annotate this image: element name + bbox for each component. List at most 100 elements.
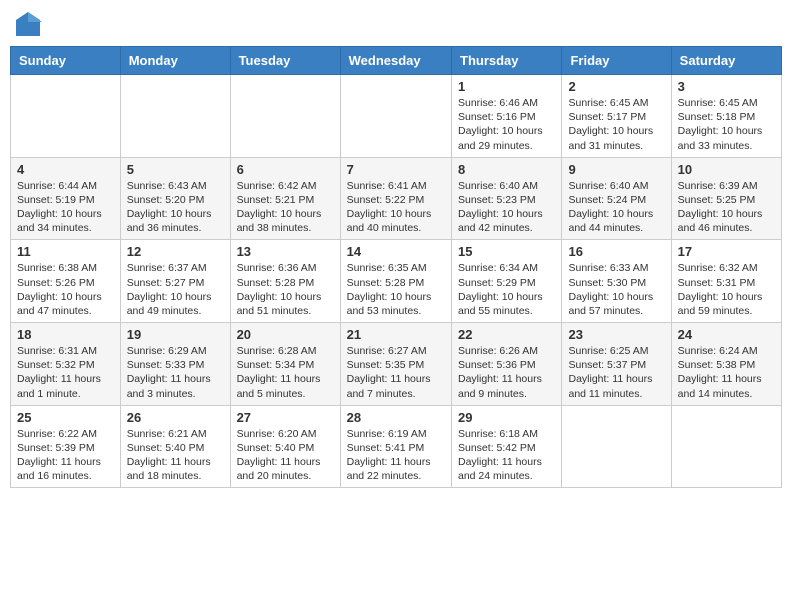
day-number: 5	[127, 162, 224, 177]
day-info: Sunrise: 6:28 AM Sunset: 5:34 PM Dayligh…	[237, 344, 334, 401]
day-info: Sunrise: 6:42 AM Sunset: 5:21 PM Dayligh…	[237, 179, 334, 236]
column-header-thursday: Thursday	[452, 47, 562, 75]
day-info: Sunrise: 6:45 AM Sunset: 5:17 PM Dayligh…	[568, 96, 664, 153]
day-number: 4	[17, 162, 114, 177]
calendar-cell	[671, 405, 781, 488]
calendar-cell: 13 Sunrise: 6:36 AM Sunset: 5:28 PM Dayli…	[230, 240, 340, 323]
day-info: Sunrise: 6:36 AM Sunset: 5:28 PM Dayligh…	[237, 261, 334, 318]
calendar-week-row: 1Sunrise: 6:46 AM Sunset: 5:16 PM Daylig…	[11, 75, 782, 158]
day-number: 10	[678, 162, 775, 177]
calendar-cell: 7Sunrise: 6:41 AM Sunset: 5:22 PM Daylig…	[340, 157, 451, 240]
calendar-cell: 2 Sunrise: 6:45 AM Sunset: 5:17 PM Daylig…	[562, 75, 671, 158]
calendar-cell	[340, 75, 451, 158]
calendar-cell: 15 Sunrise: 6:34 AM Sunset: 5:29 PM Dayli…	[452, 240, 562, 323]
calendar-cell: 14 Sunrise: 6:35 AM Sunset: 5:28 PM Dayli…	[340, 240, 451, 323]
calendar-week-row: 4 Sunrise: 6:44 AM Sunset: 5:19 PM Daylig…	[11, 157, 782, 240]
calendar-cell: 20Sunrise: 6:28 AM Sunset: 5:34 PM Dayli…	[230, 323, 340, 406]
day-number: 18	[17, 327, 114, 342]
day-number: 9	[568, 162, 664, 177]
day-info: Sunrise: 6:31 AM Sunset: 5:32 PM Dayligh…	[17, 344, 114, 401]
logo-icon	[14, 10, 42, 38]
day-info: Sunrise: 6:32 AM Sunset: 5:31 PM Dayligh…	[678, 261, 775, 318]
calendar-cell: 10 Sunrise: 6:39 AM Sunset: 5:25 PM Dayli…	[671, 157, 781, 240]
calendar-cell: 17 Sunrise: 6:32 AM Sunset: 5:31 PM Dayli…	[671, 240, 781, 323]
day-info: Sunrise: 6:44 AM Sunset: 5:19 PM Dayligh…	[17, 179, 114, 236]
page-header	[10, 10, 782, 38]
calendar-cell: 27 Sunrise: 6:20 AM Sunset: 5:40 PM Dayli…	[230, 405, 340, 488]
calendar-cell: 3 Sunrise: 6:45 AM Sunset: 5:18 PM Daylig…	[671, 75, 781, 158]
day-info: Sunrise: 6:26 AM Sunset: 5:36 PM Dayligh…	[458, 344, 555, 401]
column-header-saturday: Saturday	[671, 47, 781, 75]
calendar-cell	[11, 75, 121, 158]
calendar-week-row: 11 Sunrise: 6:38 AM Sunset: 5:26 PM Dayli…	[11, 240, 782, 323]
day-number: 16	[568, 244, 664, 259]
calendar-cell	[120, 75, 230, 158]
day-number: 29	[458, 410, 555, 425]
calendar-cell: 29 Sunrise: 6:18 AM Sunset: 5:42 PM Dayli…	[452, 405, 562, 488]
calendar-week-row: 18 Sunrise: 6:31 AM Sunset: 5:32 PM Dayli…	[11, 323, 782, 406]
day-number: 22	[458, 327, 555, 342]
day-number: 11	[17, 244, 114, 259]
day-number: 2	[568, 79, 664, 94]
day-number: 24	[678, 327, 775, 342]
calendar-cell: 28Sunrise: 6:19 AM Sunset: 5:41 PM Dayli…	[340, 405, 451, 488]
day-number: 12	[127, 244, 224, 259]
calendar-table: SundayMondayTuesdayWednesdayThursdayFrid…	[10, 46, 782, 488]
day-info: Sunrise: 6:40 AM Sunset: 5:23 PM Dayligh…	[458, 179, 555, 236]
day-info: Sunrise: 6:19 AM Sunset: 5:41 PM Dayligh…	[347, 427, 445, 484]
calendar-cell: 19 Sunrise: 6:29 AM Sunset: 5:33 PM Dayli…	[120, 323, 230, 406]
day-info: Sunrise: 6:22 AM Sunset: 5:39 PM Dayligh…	[17, 427, 114, 484]
day-info: Sunrise: 6:37 AM Sunset: 5:27 PM Dayligh…	[127, 261, 224, 318]
calendar-cell: 9 Sunrise: 6:40 AM Sunset: 5:24 PM Daylig…	[562, 157, 671, 240]
calendar-header-row: SundayMondayTuesdayWednesdayThursdayFrid…	[11, 47, 782, 75]
day-number: 1	[458, 79, 555, 94]
day-info: Sunrise: 6:24 AM Sunset: 5:38 PM Dayligh…	[678, 344, 775, 401]
day-info: Sunrise: 6:25 AM Sunset: 5:37 PM Dayligh…	[568, 344, 664, 401]
day-info: Sunrise: 6:34 AM Sunset: 5:29 PM Dayligh…	[458, 261, 555, 318]
calendar-cell: 12 Sunrise: 6:37 AM Sunset: 5:27 PM Dayli…	[120, 240, 230, 323]
day-info: Sunrise: 6:45 AM Sunset: 5:18 PM Dayligh…	[678, 96, 775, 153]
calendar-cell: 4 Sunrise: 6:44 AM Sunset: 5:19 PM Daylig…	[11, 157, 121, 240]
day-number: 27	[237, 410, 334, 425]
calendar-cell: 6 Sunrise: 6:42 AM Sunset: 5:21 PM Daylig…	[230, 157, 340, 240]
calendar-cell: 5Sunrise: 6:43 AM Sunset: 5:20 PM Daylig…	[120, 157, 230, 240]
day-number: 3	[678, 79, 775, 94]
day-info: Sunrise: 6:39 AM Sunset: 5:25 PM Dayligh…	[678, 179, 775, 236]
day-info: Sunrise: 6:18 AM Sunset: 5:42 PM Dayligh…	[458, 427, 555, 484]
day-number: 17	[678, 244, 775, 259]
day-number: 6	[237, 162, 334, 177]
calendar-cell: 21 Sunrise: 6:27 AM Sunset: 5:35 PM Dayli…	[340, 323, 451, 406]
day-number: 15	[458, 244, 555, 259]
calendar-cell: 26 Sunrise: 6:21 AM Sunset: 5:40 PM Dayli…	[120, 405, 230, 488]
calendar-cell: 18 Sunrise: 6:31 AM Sunset: 5:32 PM Dayli…	[11, 323, 121, 406]
logo	[14, 10, 46, 38]
column-header-friday: Friday	[562, 47, 671, 75]
day-info: Sunrise: 6:21 AM Sunset: 5:40 PM Dayligh…	[127, 427, 224, 484]
day-info: Sunrise: 6:27 AM Sunset: 5:35 PM Dayligh…	[347, 344, 445, 401]
day-info: Sunrise: 6:20 AM Sunset: 5:40 PM Dayligh…	[237, 427, 334, 484]
day-number: 26	[127, 410, 224, 425]
calendar-cell: 11 Sunrise: 6:38 AM Sunset: 5:26 PM Dayli…	[11, 240, 121, 323]
column-header-monday: Monday	[120, 47, 230, 75]
calendar-cell: 23 Sunrise: 6:25 AM Sunset: 5:37 PM Dayli…	[562, 323, 671, 406]
column-header-sunday: Sunday	[11, 47, 121, 75]
column-header-wednesday: Wednesday	[340, 47, 451, 75]
day-number: 25	[17, 410, 114, 425]
calendar-cell	[562, 405, 671, 488]
calendar-cell: 16 Sunrise: 6:33 AM Sunset: 5:30 PM Dayli…	[562, 240, 671, 323]
calendar-cell: 1Sunrise: 6:46 AM Sunset: 5:16 PM Daylig…	[452, 75, 562, 158]
day-number: 19	[127, 327, 224, 342]
day-number: 21	[347, 327, 445, 342]
calendar-cell: 8Sunrise: 6:40 AM Sunset: 5:23 PM Daylig…	[452, 157, 562, 240]
day-number: 14	[347, 244, 445, 259]
day-info: Sunrise: 6:35 AM Sunset: 5:28 PM Dayligh…	[347, 261, 445, 318]
day-number: 23	[568, 327, 664, 342]
day-info: Sunrise: 6:40 AM Sunset: 5:24 PM Dayligh…	[568, 179, 664, 236]
calendar-week-row: 25 Sunrise: 6:22 AM Sunset: 5:39 PM Dayli…	[11, 405, 782, 488]
day-number: 13	[237, 244, 334, 259]
calendar-cell: 25 Sunrise: 6:22 AM Sunset: 5:39 PM Dayli…	[11, 405, 121, 488]
day-info: Sunrise: 6:38 AM Sunset: 5:26 PM Dayligh…	[17, 261, 114, 318]
day-info: Sunrise: 6:41 AM Sunset: 5:22 PM Dayligh…	[347, 179, 445, 236]
day-info: Sunrise: 6:29 AM Sunset: 5:33 PM Dayligh…	[127, 344, 224, 401]
day-info: Sunrise: 6:33 AM Sunset: 5:30 PM Dayligh…	[568, 261, 664, 318]
